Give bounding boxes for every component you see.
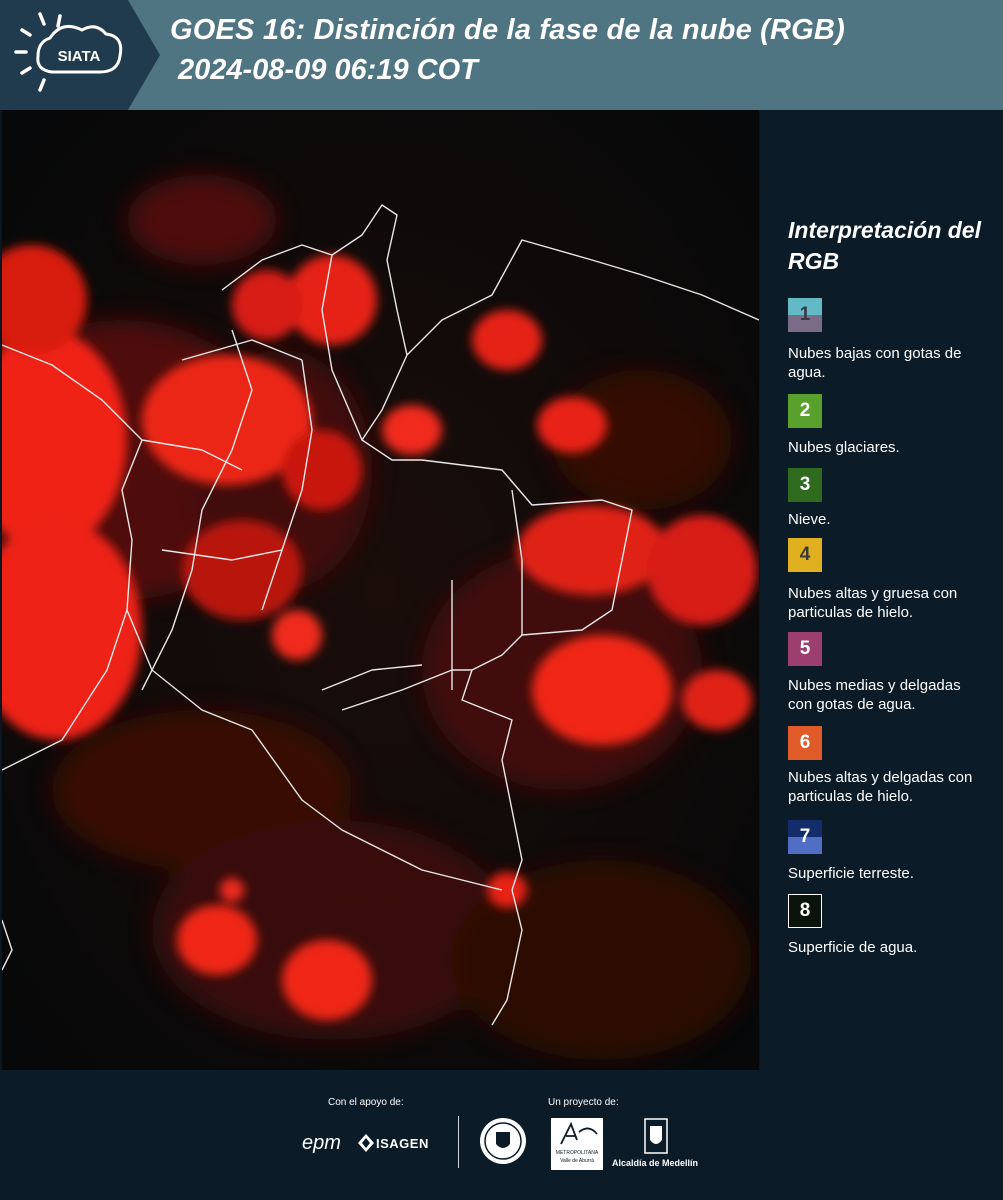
isagen-text: ISAGEN xyxy=(376,1136,429,1151)
area-metropolitana-subtext: Valle de Aburrá xyxy=(560,1158,594,1164)
page-title: GOES 16: Distinción de la fase de la nub… xyxy=(170,14,845,46)
isagen-logo: ISAGEN xyxy=(358,1134,448,1154)
seal-logo xyxy=(478,1116,528,1166)
legend-label-5: Nubes medias y delgadas con gotas de agu… xyxy=(788,677,961,713)
area-metropolitana-logo: METROPOLITANA Valle de Aburrá xyxy=(551,1118,603,1170)
legend-number-8: 8 xyxy=(799,900,811,921)
header: SIATA GOES 16: Distinción de la fase de … xyxy=(0,0,1003,110)
footer: Con el apoyo de: Un proyecto de: epm ISA… xyxy=(0,1070,1003,1200)
legend-panel: Interpretación del RGB 1 Nubes bajas con… xyxy=(760,110,1003,1070)
legend-number-7: 7 xyxy=(799,826,811,847)
legend-number-2: 2 xyxy=(799,400,811,421)
legend-label-1: Nubes bajas con gotas de agua. xyxy=(788,345,962,381)
legend-label-7: Superficie terreste. xyxy=(788,865,914,882)
support-label: Con el apoyo de: xyxy=(328,1097,404,1108)
isagen-icon xyxy=(358,1134,374,1152)
project-label: Un proyecto de: xyxy=(548,1097,619,1108)
area-metropolitana-text: METROPOLITANA xyxy=(555,1150,599,1156)
epm-logo: epm xyxy=(302,1132,341,1154)
legend-label-3: Nieve. xyxy=(788,511,831,528)
logo-text: SIATA xyxy=(58,48,101,65)
legend-title: Interpretación del RGB xyxy=(788,217,981,274)
alcaldia-text: Alcaldía de Medellín xyxy=(612,1158,699,1168)
legend-number-3: 3 xyxy=(799,474,811,495)
legend-label-4: Nubes altas y gruesa con particulas de h… xyxy=(788,585,958,621)
legend-number-1: 1 xyxy=(799,304,811,325)
alcaldia-crest-icon xyxy=(644,1118,668,1154)
legend-number-5: 5 xyxy=(799,638,811,659)
legend-label-8: Superficie de agua. xyxy=(788,939,918,956)
page-timestamp: 2024-08-09 06:19 COT xyxy=(178,54,478,86)
legend-number-4: 4 xyxy=(799,544,811,565)
siata-logo: SIATA xyxy=(0,0,160,110)
legend-number-6: 6 xyxy=(799,732,811,753)
satellite-map xyxy=(2,110,759,1070)
footer-divider xyxy=(458,1116,459,1168)
legend-label-6: Nubes altas y delgadas con particulas de… xyxy=(788,769,973,805)
legend-label-2: Nubes glaciares. xyxy=(788,439,900,456)
